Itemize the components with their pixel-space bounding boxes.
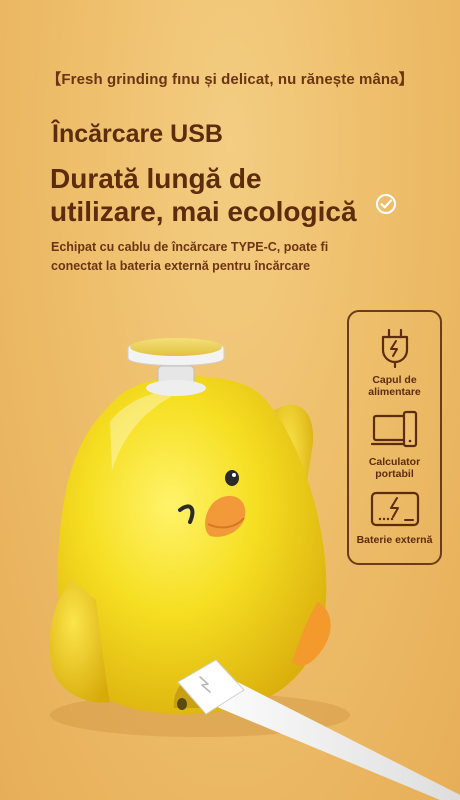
headline: Durată lungă de utilizare, mai ecologică [50, 162, 380, 228]
description: Echipat cu cablu de încărcare TYPE-C, po… [51, 238, 411, 276]
description-line-2: conectat la bateria externă pentru încăr… [51, 259, 311, 273]
page-title: Încărcare USB [52, 120, 223, 148]
headline-line-2: utilizare, mai ecologică [50, 196, 357, 227]
description-line-1: Echipat cu cablu de încărcare TYPE-C, po… [51, 240, 329, 254]
tagline: 【Fresh grinding fınu și delicat, nu răne… [46, 71, 414, 88]
check-circle-icon [376, 194, 396, 214]
chick-nail-grinder-image [49, 338, 460, 800]
headline-line-1: Durată lungă de [50, 163, 262, 194]
